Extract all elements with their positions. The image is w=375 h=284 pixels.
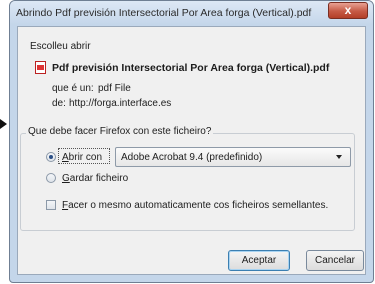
cancel-button[interactable]: Cancelar (306, 250, 364, 271)
file-name: Pdf previsión Intersectorial Por Area fo… (52, 62, 330, 74)
remember-choice-label[interactable]: Facer o mesmo automaticamente cos fichei… (62, 200, 328, 211)
chevron-down-icon (336, 155, 342, 159)
groupbox-legend: Que debe facer Firefox con este ficheiro… (26, 126, 214, 137)
save-file-radio[interactable] (46, 173, 56, 183)
source-label: de: (52, 98, 66, 109)
save-file-label[interactable]: Gardar ficheiro (62, 173, 128, 184)
open-with-radio[interactable] (46, 152, 56, 162)
remember-choice-checkbox[interactable] (46, 200, 56, 210)
ok-button[interactable]: Aceptar (228, 250, 290, 271)
file-type-label: que é un: (52, 83, 94, 94)
file-type-value: pdf File (98, 83, 131, 94)
source-url: http://forga.interface.es (69, 98, 172, 109)
titlebar[interactable]: Abrindo Pdf previsión Intersectorial Por… (10, 1, 373, 25)
intro-text: Escolleu abrir (30, 41, 91, 52)
open-with-label[interactable]: Abrir con (62, 152, 102, 163)
application-select[interactable]: Adobe Acrobat 9.4 (predefinido) (115, 147, 351, 167)
pointer-arrow-icon (0, 119, 7, 129)
pdf-file-icon (35, 61, 46, 74)
window-title: Abrindo Pdf previsión Intersectorial Por… (16, 7, 312, 19)
close-button[interactable]: x (328, 2, 368, 19)
application-select-value: Adobe Acrobat 9.4 (predefinido) (121, 152, 263, 163)
